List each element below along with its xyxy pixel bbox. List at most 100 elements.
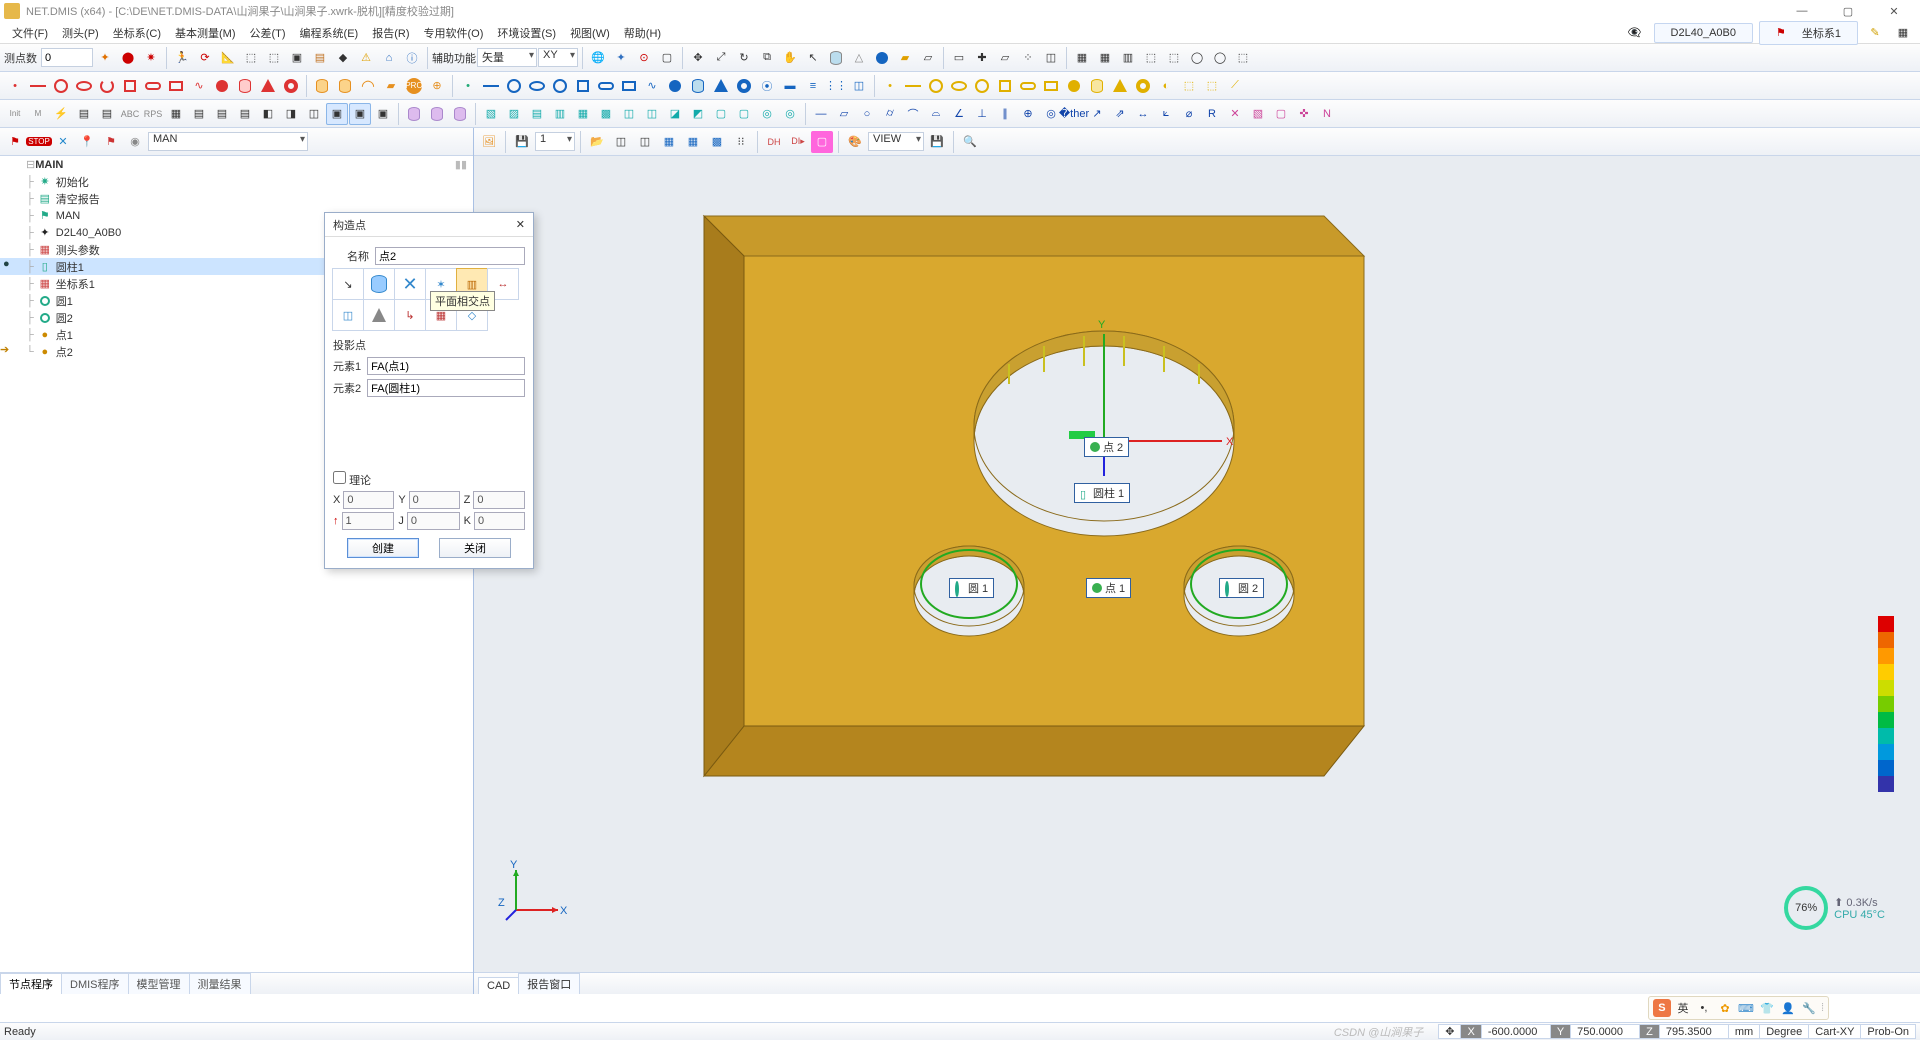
cursor-mode-icon[interactable]: ✥	[1438, 1024, 1461, 1039]
cad-k-icon[interactable]: ▢	[710, 103, 732, 125]
ime-user-icon[interactable]: 👤	[1779, 999, 1797, 1017]
blue-curve-icon[interactable]: ∿	[641, 75, 663, 97]
wire-view-icon[interactable]: ▱	[917, 47, 939, 69]
cad-j-icon[interactable]: ◩	[687, 103, 709, 125]
proj-cell[interactable]: Cart-XY	[1808, 1024, 1861, 1039]
dot-icon[interactable]: ◉	[124, 131, 146, 153]
db-b-icon[interactable]	[426, 103, 448, 125]
blue-arc-icon[interactable]	[549, 75, 571, 97]
blue-extra-a-icon[interactable]: ⦿	[756, 75, 778, 97]
filter-b-icon[interactable]: ▦	[1094, 47, 1116, 69]
doc-a-icon[interactable]: ▤	[188, 103, 210, 125]
gdt-angularity-icon[interactable]: ∠	[948, 103, 970, 125]
filter-h-icon[interactable]: ⬚	[1232, 47, 1254, 69]
home-icon[interactable]: ⌂	[378, 47, 400, 69]
blue-sphere-icon[interactable]	[664, 75, 686, 97]
cone-view-icon[interactable]: △	[848, 47, 870, 69]
yellow-cone-icon[interactable]	[1109, 75, 1131, 97]
red-rect-icon[interactable]	[165, 75, 187, 97]
red-arc-icon[interactable]	[96, 75, 118, 97]
ime-keyboard-icon[interactable]: ⌨	[1737, 999, 1755, 1017]
angle-unit-cell[interactable]: Degree	[1759, 1024, 1809, 1039]
blue-cone-icon[interactable]	[710, 75, 732, 97]
gdt-dia-icon[interactable]: ⌀	[1178, 103, 1200, 125]
orange-pro-icon[interactable]: PRO	[403, 75, 425, 97]
crs-selector[interactable]: ⚑坐标系1	[1759, 21, 1858, 45]
toggle-b-icon[interactable]: ⬚	[263, 47, 285, 69]
orange-add-icon[interactable]: ⊕	[426, 75, 448, 97]
yellow-misc-c-icon[interactable]: ⬚	[1201, 75, 1223, 97]
label-c1[interactable]: 圆 1	[949, 578, 994, 598]
ime-punct[interactable]: •,	[1695, 999, 1713, 1017]
cad-f-icon[interactable]: ▩	[595, 103, 617, 125]
tab-model[interactable]: 模型管理	[128, 973, 190, 994]
red-cone-icon[interactable]	[257, 75, 279, 97]
gdt-misc-d-icon[interactable]: N	[1316, 103, 1338, 125]
save2-icon[interactable]: 💾	[926, 131, 948, 153]
probe-status-cell[interactable]: Prob-On	[1860, 1024, 1916, 1039]
zoom-icon[interactable]: 🔍	[959, 131, 981, 153]
yellow-circle-icon[interactable]	[925, 75, 947, 97]
tree-item[interactable]: ├✷初始化	[0, 173, 473, 190]
doc-b-icon[interactable]: ▤	[211, 103, 233, 125]
tab-cad[interactable]: CAD	[478, 977, 519, 994]
blue-circle-icon[interactable]	[503, 75, 525, 97]
cad-h-icon[interactable]: ◫	[641, 103, 663, 125]
aux-combo[interactable]: 矢量	[477, 48, 537, 67]
cad-d-icon[interactable]: ▥	[549, 103, 571, 125]
surface-view-icon[interactable]: ▰	[894, 47, 916, 69]
red-ellipse-icon[interactable]	[73, 75, 95, 97]
dup-b-icon[interactable]: ◫	[634, 131, 656, 153]
close-button[interactable]: 关闭	[439, 538, 511, 558]
dots-icon[interactable]: ⁝⁝	[730, 131, 752, 153]
ime-tool-icon[interactable]: 🔧	[1800, 999, 1818, 1017]
blue-cylinder-icon[interactable]	[687, 75, 709, 97]
red-line-icon[interactable]	[27, 75, 49, 97]
zoom-window-icon[interactable]: ⧉	[756, 47, 778, 69]
pencil-icon[interactable]: ✎	[1864, 22, 1886, 44]
gdt-line-prof-icon[interactable]: ⌒	[902, 103, 924, 125]
select-cross-icon[interactable]: ✚	[971, 47, 993, 69]
box-icon[interactable]: ▣	[286, 47, 308, 69]
yellow-cylinder-icon[interactable]	[1086, 75, 1108, 97]
blue-rect-icon[interactable]	[618, 75, 640, 97]
method-a[interactable]: ↘	[332, 268, 364, 300]
orange-surf-icon[interactable]: ▰	[380, 75, 402, 97]
menu-special[interactable]: 专用软件(O)	[418, 23, 490, 43]
menu-env[interactable]: 环境设置(S)	[491, 23, 562, 43]
gdt-misc-a-icon[interactable]: ▧	[1247, 103, 1269, 125]
e1-input[interactable]	[367, 357, 525, 375]
blue-torus-icon[interactable]	[733, 75, 755, 97]
cmd-b-icon[interactable]: ◨	[280, 103, 302, 125]
palette-icon[interactable]: 🎨	[844, 131, 866, 153]
select-rect-icon[interactable]: ▭	[948, 47, 970, 69]
db-c-icon[interactable]	[449, 103, 471, 125]
cad-c-icon[interactable]: ▤	[526, 103, 548, 125]
blue-extra-d-icon[interactable]: ⋮⋮	[825, 75, 847, 97]
gdt-total-runout-icon[interactable]: ⇗	[1109, 103, 1131, 125]
globe-icon[interactable]: 🌐	[587, 47, 609, 69]
probe-selector[interactable]: D2L40_A0B0	[1654, 23, 1753, 43]
blue-extra-b-icon[interactable]: ▬	[779, 75, 801, 97]
nav-cross-icon[interactable]: ✥	[687, 47, 709, 69]
blue-plane-icon[interactable]	[572, 75, 594, 97]
select-pts-icon[interactable]: ⁘	[1017, 47, 1039, 69]
dip-icon[interactable]: DI▸	[787, 131, 809, 153]
cross-icon[interactable]: ✕	[52, 131, 74, 153]
dialog-close-button[interactable]: ✕	[516, 218, 525, 231]
orange-cyl-a-icon[interactable]	[311, 75, 333, 97]
grid-icon[interactable]: ▦	[165, 103, 187, 125]
red-plane-icon[interactable]	[119, 75, 141, 97]
book-icon[interactable]: ▤	[309, 47, 331, 69]
cmd-c-icon[interactable]: ◫	[303, 103, 325, 125]
cad-n-icon[interactable]: ◎	[779, 103, 801, 125]
pin-icon[interactable]: 📍	[76, 131, 98, 153]
tree-root[interactable]: ⊟MAIN▮▮	[0, 156, 473, 173]
blue-slot-icon[interactable]	[595, 75, 617, 97]
yellow-slot-icon[interactable]	[1017, 75, 1039, 97]
tree-item[interactable]: ├▤清空报告	[0, 190, 473, 207]
red-point-icon[interactable]: •	[4, 75, 26, 97]
init-icon[interactable]: Init	[4, 103, 26, 125]
toggle-a-icon[interactable]: ⬚	[240, 47, 262, 69]
gdt-misc-c-icon[interactable]: ✜	[1293, 103, 1315, 125]
